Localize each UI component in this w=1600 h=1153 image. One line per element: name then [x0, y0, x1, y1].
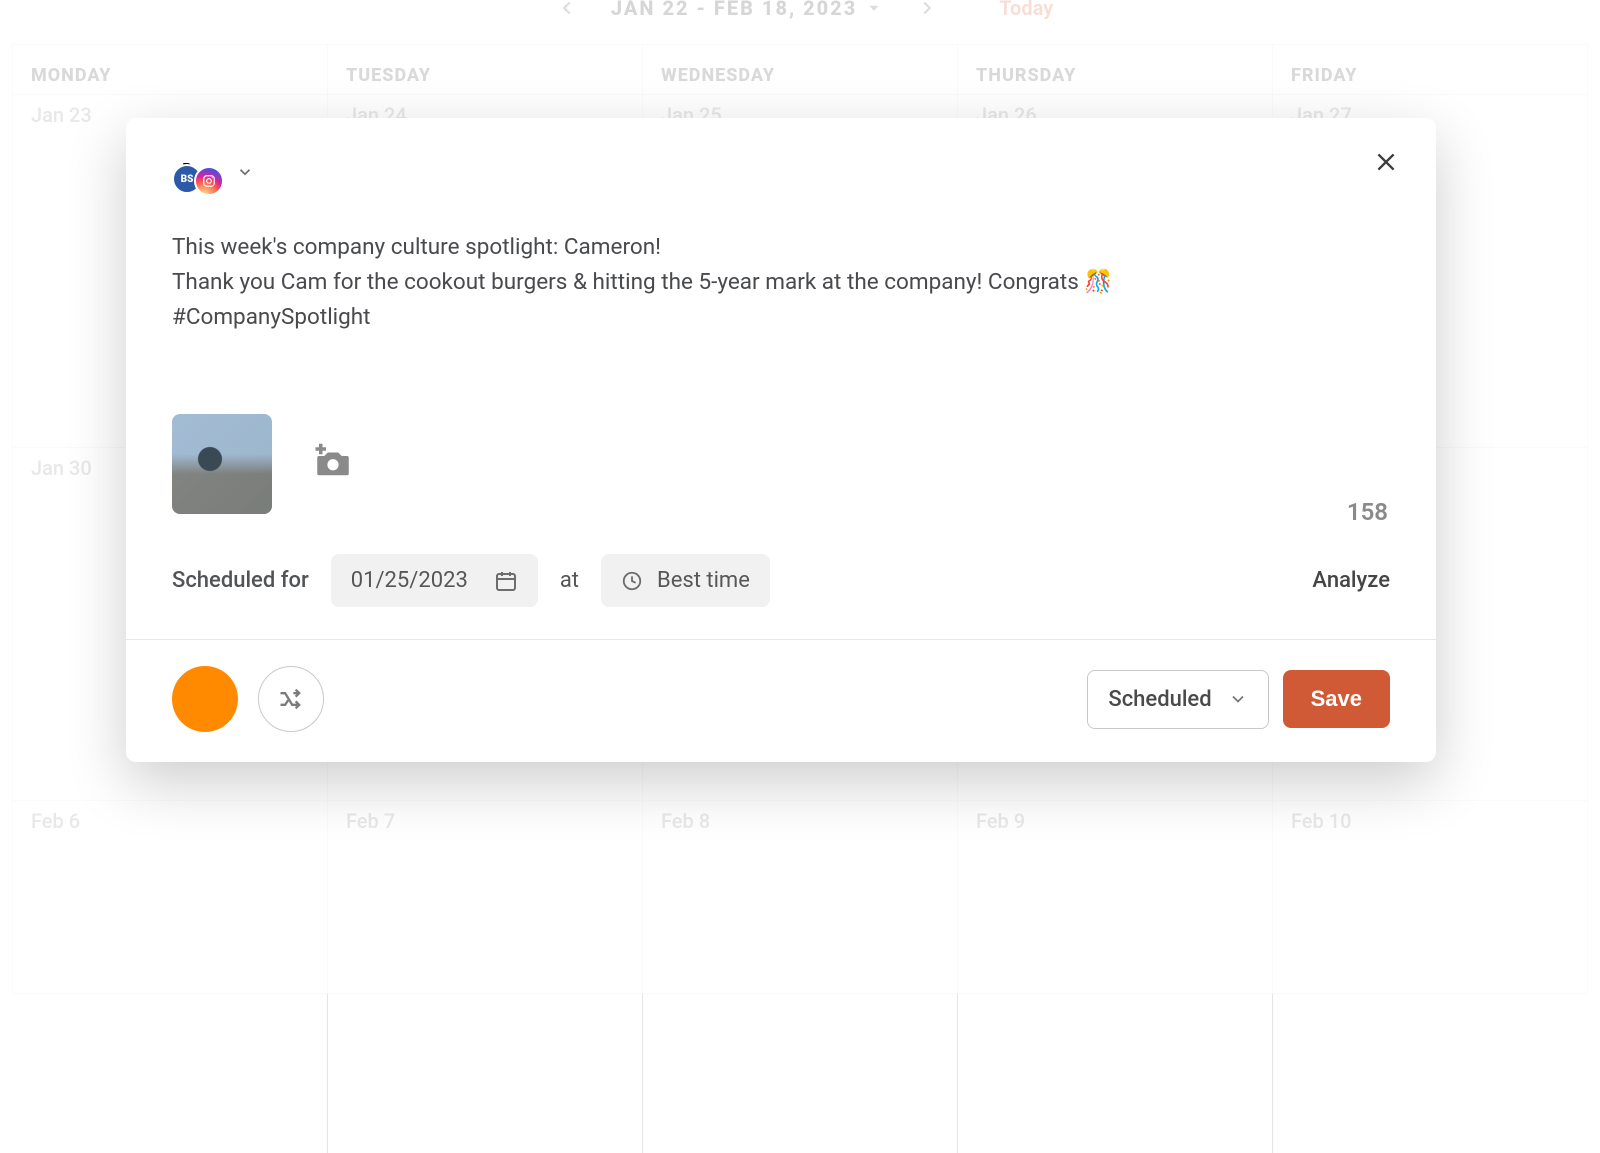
- shuffle-button[interactable]: [258, 666, 324, 732]
- calendar-cell[interactable]: Feb 10: [1273, 801, 1587, 1153]
- camera-plus-icon: [312, 442, 354, 484]
- calendar-cell[interactable]: Feb 8: [643, 801, 958, 1153]
- date-range-label[interactable]: JAN 22 - FEB 18, 2023: [611, 0, 883, 20]
- at-label: at: [560, 568, 579, 593]
- instagram-icon: [194, 166, 224, 196]
- character-count: 158: [1347, 498, 1388, 526]
- post-textarea[interactable]: This week's company culture spotlight: C…: [172, 230, 1390, 380]
- chevron-down-icon: [865, 0, 883, 17]
- chevron-down-icon: [236, 163, 254, 185]
- day-header: WEDNESDAY: [643, 45, 958, 94]
- day-header: FRIDAY: [1273, 45, 1587, 94]
- close-icon: [1373, 149, 1399, 175]
- chevron-down-icon: [1228, 689, 1248, 709]
- next-period-button[interactable]: [907, 0, 947, 28]
- calendar-cell[interactable]: Feb 6: [13, 801, 328, 1153]
- status-label: Scheduled: [1108, 687, 1211, 712]
- prev-period-button[interactable]: [547, 0, 587, 28]
- date-value: 01/25/2023: [351, 568, 468, 593]
- color-tag-button[interactable]: [172, 666, 238, 732]
- compose-modal: B BS This week's company culture spotlig…: [126, 118, 1436, 762]
- date-picker[interactable]: 01/25/2023: [331, 554, 538, 607]
- calendar-icon: [494, 569, 518, 593]
- today-link[interactable]: Today: [999, 0, 1053, 20]
- day-header: THURSDAY: [958, 45, 1273, 94]
- media-thumbnail[interactable]: [172, 414, 272, 514]
- calendar-cell[interactable]: Feb 7: [328, 801, 643, 1153]
- status-dropdown[interactable]: Scheduled: [1087, 670, 1268, 729]
- time-value: Best time: [657, 568, 750, 593]
- day-header: MONDAY: [13, 45, 328, 94]
- account-icons: B BS: [172, 154, 218, 194]
- account-selector[interactable]: B BS: [172, 154, 1390, 194]
- save-button[interactable]: Save: [1283, 670, 1390, 728]
- clock-icon: [621, 570, 643, 592]
- shuffle-icon: [277, 685, 305, 713]
- day-header: TUESDAY: [328, 45, 643, 94]
- analyze-link[interactable]: Analyze: [1312, 568, 1390, 593]
- scheduled-for-label: Scheduled for: [172, 568, 309, 593]
- calendar-toolbar: JAN 22 - FEB 18, 2023 Today: [0, 0, 1600, 28]
- add-media-button[interactable]: [312, 442, 356, 486]
- calendar-cell[interactable]: Feb 9: [958, 801, 1273, 1153]
- close-button[interactable]: [1366, 142, 1406, 182]
- time-picker[interactable]: Best time: [601, 554, 770, 607]
- date-range-text: JAN 22 - FEB 18, 2023: [611, 0, 857, 20]
